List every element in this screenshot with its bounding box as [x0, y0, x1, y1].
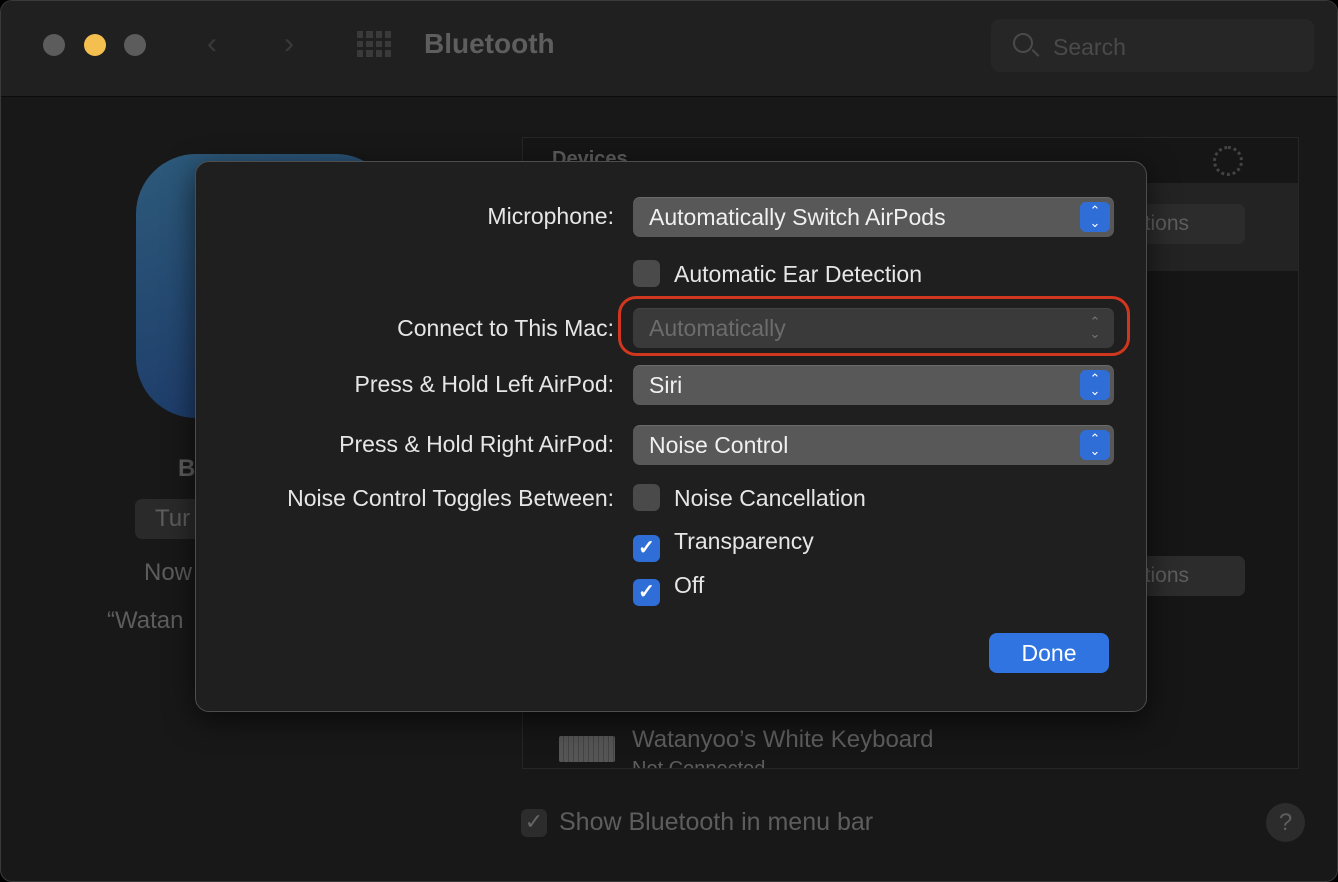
red-highlight-annotation	[618, 296, 1130, 356]
help-button[interactable]: ?	[1266, 803, 1305, 842]
title-bar: ‹ › Bluetooth Search	[1, 1, 1337, 97]
search-field[interactable]: Search	[991, 19, 1314, 72]
left-airpod-popup[interactable]: Siri ⌃ ⌄	[633, 365, 1114, 405]
minimize-button[interactable]	[84, 34, 106, 56]
done-button[interactable]: Done	[989, 633, 1109, 673]
window-title: Bluetooth	[424, 28, 555, 59]
ear-detection-label: Automatic Ear Detection	[674, 261, 923, 287]
computer-name-text: “Watan	[107, 607, 184, 634]
microphone-label: Microphone:	[487, 203, 614, 229]
right-airpod-label: Press & Hold Right AirPod:	[339, 431, 614, 457]
microphone-value: Automatically Switch AirPods	[649, 204, 946, 230]
bluetooth-status-heading: B	[178, 455, 196, 482]
checkmark-icon: ✓	[633, 535, 660, 562]
left-airpod-value: Siri	[649, 372, 683, 398]
updown-chevron-icon: ⌃ ⌄	[1080, 430, 1110, 460]
right-airpod-popup[interactable]: Noise Control ⌃ ⌄	[633, 425, 1114, 465]
close-button[interactable]	[43, 34, 65, 56]
noise-option-label: Off	[674, 572, 705, 598]
search-icon	[1013, 33, 1033, 53]
keyboard-status: Not Connected	[632, 758, 766, 769]
keyboard-icon	[559, 736, 615, 762]
noise-cancellation-checkbox[interactable]: Noise Cancellation	[633, 484, 866, 512]
turn-button-label: Tur	[155, 505, 191, 532]
microphone-popup[interactable]: Automatically Switch AirPods ⌃ ⌄	[633, 197, 1114, 237]
off-checkbox[interactable]: ✓ Off	[633, 572, 704, 606]
checkmark-icon: ✓	[633, 579, 660, 606]
loading-spinner-icon	[1213, 146, 1243, 176]
noise-control-label: Noise Control Toggles Between:	[287, 485, 614, 511]
connect-label: Connect to This Mac:	[397, 315, 614, 341]
transparency-checkbox[interactable]: ✓ Transparency	[633, 528, 814, 562]
keyboard-name: Watanyoo’s White Keyboard	[632, 726, 934, 753]
noise-option-label: Transparency	[674, 528, 814, 554]
checkbox-box	[633, 260, 660, 287]
checkbox-box	[633, 484, 660, 511]
updown-chevron-icon: ⌃ ⌄	[1080, 370, 1110, 400]
show-in-menu-bar-label: Show Bluetooth in menu bar	[559, 808, 874, 836]
checkmark-icon: ✓	[521, 809, 547, 838]
show-in-menu-bar-checkbox[interactable]: ✓ Show Bluetooth in menu bar	[521, 808, 874, 838]
back-chevron-icon[interactable]: ‹	[207, 27, 217, 61]
right-airpod-value: Noise Control	[649, 432, 789, 458]
discoverable-text: Now	[144, 559, 193, 586]
show-all-grid-icon[interactable]	[357, 31, 391, 57]
forward-chevron-icon[interactable]: ›	[284, 27, 294, 61]
noise-option-label: Noise Cancellation	[674, 485, 866, 511]
ear-detection-checkbox[interactable]: Automatic Ear Detection	[633, 260, 922, 288]
zoom-button[interactable]	[124, 34, 146, 56]
search-placeholder: Search	[1053, 34, 1126, 60]
airpods-options-sheet: Microphone: Automatically Switch AirPods…	[195, 161, 1147, 712]
updown-chevron-icon: ⌃ ⌄	[1080, 202, 1110, 232]
left-airpod-label: Press & Hold Left AirPod:	[354, 371, 614, 397]
